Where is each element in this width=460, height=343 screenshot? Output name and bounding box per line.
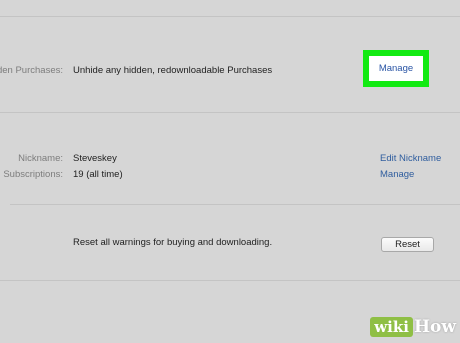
subscriptions-label: Subscriptions: [3,169,63,180]
watermark-how: How [413,317,456,337]
manage-subscriptions-link[interactable]: Manage [380,169,414,180]
nickname-value: Steveskey [73,153,117,164]
bottom-divider [0,280,460,281]
wikihow-watermark: wiki How [370,317,456,337]
watermark-wiki: wiki [370,317,413,337]
reset-warnings-description: Reset all warnings for buying and downlo… [73,237,273,248]
top-divider [0,16,460,17]
edit-nickname-link[interactable]: Edit Nickname [380,153,441,164]
hidden-purchases-label: den Purchases: [0,65,63,76]
nickname-label: Nickname: [18,153,63,164]
manage-purchases-label: Manage [378,63,414,74]
manage-purchases-highlight: Manage [363,50,429,87]
hidden-purchases-description: Unhide any hidden, redownloadable Purcha… [73,65,273,76]
reset-button-label: Reset [395,239,420,250]
section-divider [0,112,460,113]
reset-warnings-button[interactable]: Reset [381,237,434,252]
subscriptions-value: 19 (all time) [73,169,123,180]
manage-purchases-button[interactable]: Manage [369,56,423,81]
section-divider-2 [10,204,460,205]
